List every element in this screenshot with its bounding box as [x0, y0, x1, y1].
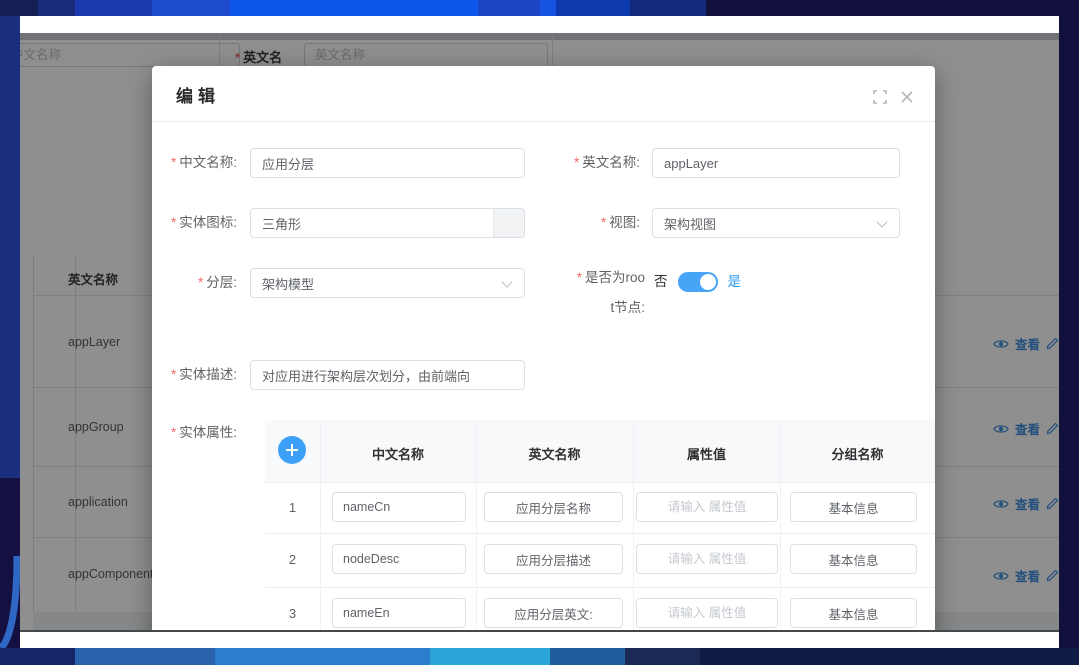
required-asterisk: *: [171, 425, 176, 440]
col-header-attr-value: 属性值: [633, 444, 780, 463]
view-select[interactable]: 架构视图: [652, 208, 900, 238]
view-label: *视图:: [555, 208, 640, 238]
col-header-name-cn: 中文名称: [320, 444, 476, 463]
attr-name-cn-field[interactable]: [484, 598, 623, 628]
icon-picker-addon[interactable]: [493, 208, 525, 238]
desktop-left-strip: [0, 16, 20, 648]
attr-name-cn-field[interactable]: [484, 544, 623, 574]
attr-value-field[interactable]: [636, 492, 778, 522]
decorative-arc: [0, 16, 20, 648]
row-index: 3: [265, 606, 320, 621]
attr-group-field[interactable]: [790, 598, 917, 628]
required-asterisk: *: [574, 155, 579, 170]
attr-name-en-field[interactable]: [332, 598, 466, 628]
window-footer-strip: [20, 632, 1059, 648]
is-root-toggle-group: 否 是: [654, 272, 741, 292]
close-icon[interactable]: [901, 91, 913, 103]
dialog-divider: [152, 121, 935, 122]
required-asterisk: *: [601, 215, 606, 230]
entity-desc-label: *实体描述:: [152, 360, 237, 390]
toggle-off-label: 否: [654, 272, 668, 292]
row-index: 2: [265, 552, 320, 567]
attr-group-field[interactable]: [790, 492, 917, 522]
name-en-field[interactable]: [652, 148, 900, 178]
window-titlebar: [20, 16, 1059, 33]
dialog-header-icons: [873, 90, 913, 104]
page-content: *英文名 英文名称 appLayer appGroup application …: [20, 33, 1059, 630]
chevron-down-icon: [501, 276, 512, 287]
add-attribute-button[interactable]: [278, 436, 306, 464]
view-select-value: 架构视图: [664, 214, 716, 233]
fullscreen-icon[interactable]: [873, 90, 887, 104]
entity-attrs-label: *实体属性:: [152, 418, 237, 448]
row-divider: [265, 482, 935, 483]
required-asterisk: *: [171, 215, 176, 230]
entity-icon-field[interactable]: [250, 208, 525, 238]
name-en-label: *英文名称:: [555, 148, 640, 178]
app-window: *英文名 英文名称 appLayer appGroup application …: [20, 16, 1059, 648]
name-cn-label: *中文名称:: [152, 148, 237, 178]
attr-name-en-field[interactable]: [332, 544, 466, 574]
layer-select-value: 架构模型: [262, 274, 314, 293]
edit-dialog: 编辑 *中文名称: *英文名称:: [152, 66, 935, 630]
layer-select[interactable]: 架构模型: [250, 268, 525, 298]
attr-name-cn-field[interactable]: [484, 492, 623, 522]
plus-icon: [285, 443, 299, 457]
row-index: 1: [265, 500, 320, 515]
toggle-knob: [700, 274, 716, 290]
entity-icon-field-group: [250, 208, 525, 238]
attr-value-field[interactable]: [636, 544, 778, 574]
attributes-table: 中文名称 英文名称 属性值 分组名称 1 2 3: [265, 420, 935, 630]
toggle-on-label: 是: [728, 272, 742, 292]
required-asterisk: *: [171, 367, 176, 382]
entity-desc-field[interactable]: [250, 360, 525, 390]
required-asterisk: *: [198, 275, 203, 290]
col-header-name-en: 英文名称: [476, 444, 633, 463]
entity-icon-label: *实体图标:: [152, 208, 237, 238]
col-header-group-name: 分组名称: [780, 444, 935, 463]
desktop-bottom-band: [0, 648, 1079, 665]
desktop-top-band: [0, 0, 1079, 16]
attr-name-en-field[interactable]: [332, 492, 466, 522]
chevron-down-icon: [876, 216, 887, 227]
root-node-toggle[interactable]: [678, 272, 718, 292]
required-asterisk: *: [171, 155, 176, 170]
attr-group-field[interactable]: [790, 544, 917, 574]
name-cn-field[interactable]: [250, 148, 525, 178]
row-divider: [265, 533, 935, 534]
row-divider: [265, 587, 935, 588]
layer-label: *分层:: [152, 268, 237, 298]
attr-value-field[interactable]: [636, 598, 778, 628]
dialog-title: 编辑: [176, 82, 220, 107]
required-asterisk: *: [577, 270, 582, 285]
is-root-label: *是否为roo t节点:: [555, 268, 645, 318]
